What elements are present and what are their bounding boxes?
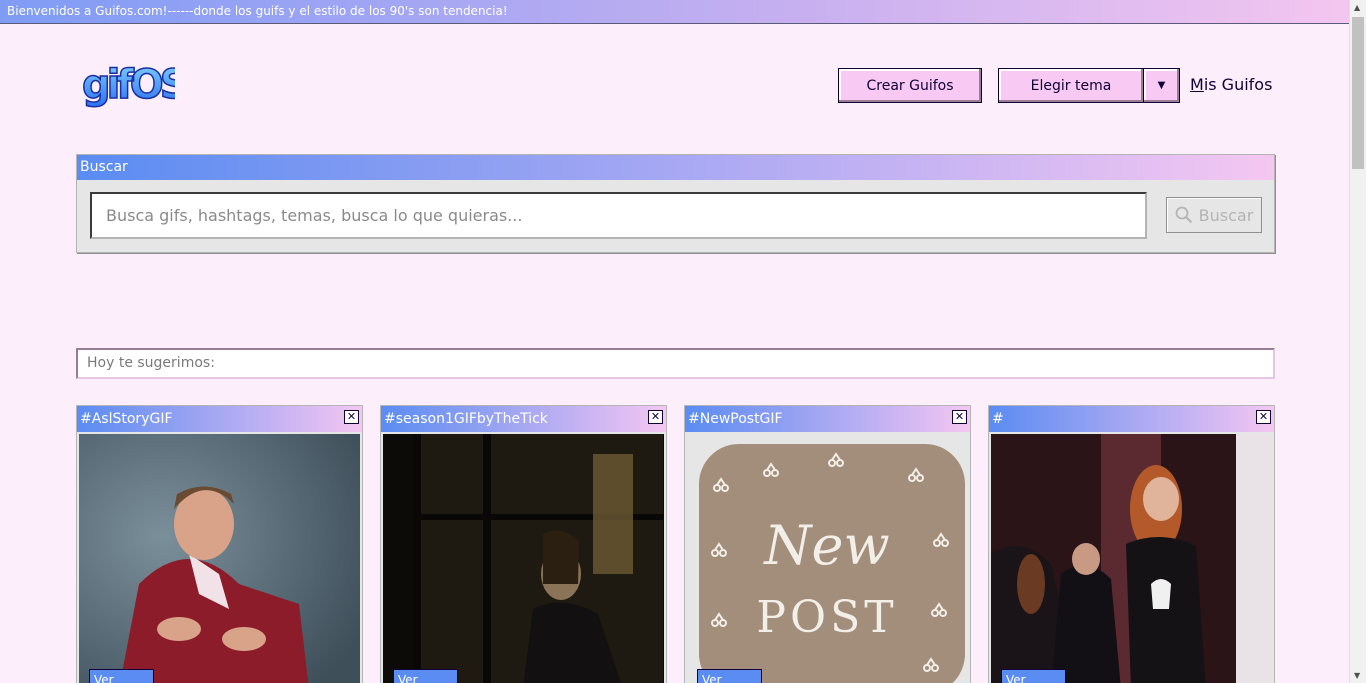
- create-guifos-button[interactable]: Crear Guifos: [838, 68, 982, 103]
- theme-dropdown-button[interactable]: ▼: [1143, 68, 1180, 103]
- gif-image[interactable]: [383, 434, 664, 683]
- gif-image[interactable]: New POST: [687, 434, 968, 683]
- card-title: # ✕: [989, 406, 1274, 432]
- card-title: #NewPostGIF ✕: [685, 406, 970, 432]
- mis-guifos-link[interactable]: Mis Guifos: [1190, 75, 1272, 94]
- close-icon[interactable]: ✕: [1256, 410, 1271, 424]
- suggestion-card: #AslStoryGIF ✕ Ver más...: [76, 405, 363, 683]
- caret-down-icon: ▼: [1157, 80, 1166, 91]
- suggestion-card: #NewPostGIF ✕ New POST Ver más...: [684, 405, 971, 683]
- gif-image[interactable]: [991, 434, 1272, 683]
- choose-theme-button[interactable]: Elegir tema: [998, 68, 1144, 103]
- suggestion-card: # ✕ Ver más...: [988, 405, 1275, 683]
- close-icon[interactable]: ✕: [344, 410, 359, 424]
- gifos-logo[interactable]: gifOS: [80, 58, 190, 110]
- close-icon[interactable]: ✕: [648, 410, 663, 424]
- search-panel-title: Buscar: [77, 155, 1274, 180]
- gif-image[interactable]: [79, 434, 360, 683]
- scroll-down-arrow-icon[interactable]: ▼: [1354, 671, 1360, 680]
- scroll-up-arrow-icon[interactable]: ▲: [1354, 3, 1360, 12]
- scroll-thumb[interactable]: [1352, 17, 1364, 169]
- svg-text:POST: POST: [756, 592, 897, 643]
- welcome-banner: Bienvenidos a Guifos.com!------donde los…: [0, 0, 1349, 24]
- magnifier-icon: [1175, 206, 1192, 224]
- search-button-label: Buscar: [1198, 205, 1254, 225]
- svg-text:gifOS: gifOS: [82, 62, 175, 108]
- search-input[interactable]: Busca gifs, hashtags, temas, busca lo qu…: [90, 192, 1147, 239]
- search-panel: Buscar Busca gifs, hashtags, temas, busc…: [76, 154, 1275, 253]
- card-title: #AslStoryGIF ✕: [77, 406, 362, 432]
- svg-text:New: New: [762, 514, 889, 577]
- page-scrollbar[interactable]: ▲ ▼: [1349, 0, 1366, 683]
- card-title: #season1GIFbyTheTick ✕: [381, 406, 666, 432]
- close-icon[interactable]: ✕: [952, 410, 967, 424]
- suggestions-bar: Hoy te sugerimos:: [76, 348, 1275, 379]
- see-more-button[interactable]: Ver más...: [1001, 669, 1066, 683]
- see-more-button[interactable]: Ver más...: [697, 669, 762, 683]
- search-button[interactable]: Buscar: [1166, 197, 1262, 233]
- suggestion-card: #season1GIFbyTheTick ✕ Ver más...: [380, 405, 667, 683]
- see-more-button[interactable]: Ver más...: [89, 669, 154, 683]
- see-more-button[interactable]: Ver más...: [393, 669, 458, 683]
